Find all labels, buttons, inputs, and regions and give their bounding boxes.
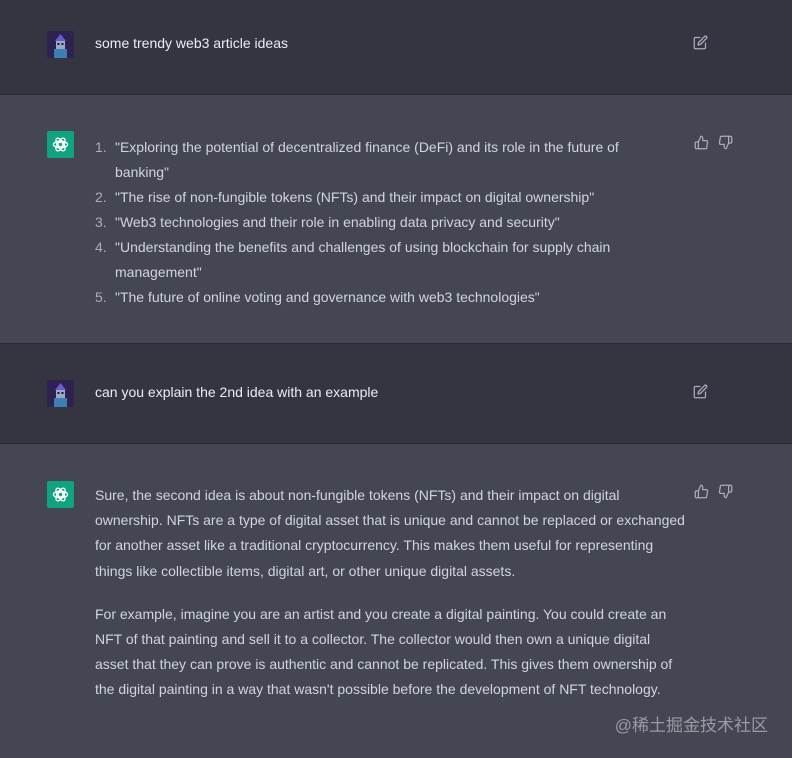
- openai-logo-icon: [47, 131, 74, 158]
- list-item-text: "The future of online voting and governa…: [115, 289, 540, 305]
- thumbs-up-icon[interactable]: [694, 484, 709, 499]
- list-number: 2.: [95, 189, 107, 205]
- list-item: 5. "The future of online voting and gover…: [95, 285, 655, 310]
- user-avatar: [47, 31, 74, 58]
- list-item: 2. "The rise of non-fungible tokens (NFTs…: [95, 185, 655, 210]
- list-number: 1.: [95, 139, 107, 155]
- answer-paragraph: For example, imagine you are an artist a…: [95, 605, 673, 698]
- list-item: 4. "Understanding the benefits and challe…: [95, 235, 655, 285]
- assistant-answer: Sure, the second idea is about non-fungi…: [95, 483, 685, 703]
- user-message-text: can you explain the 2nd idea with an exa…: [95, 384, 379, 400]
- openai-logo-icon: [47, 481, 74, 508]
- list-item-text: "The rise of non-fungible tokens (NFTs) …: [115, 189, 595, 205]
- thumbs-down-icon[interactable]: [718, 135, 733, 150]
- user-message-row: can you explain the 2nd idea with an exa…: [0, 344, 792, 444]
- list-item-text: "Web3 technologies and their role in ena…: [115, 214, 560, 230]
- list-item: 3. "Web3 technologies and their role in e…: [95, 210, 655, 235]
- list-item-text: "Exploring the potential of decentralize…: [115, 139, 619, 180]
- answer-paragraph: Sure, the second idea is about non-fungi…: [95, 487, 685, 579]
- list-item: 1. "Exploring the potential of decentrali…: [95, 135, 655, 185]
- user-message-row: some trendy web3 article ideas: [0, 0, 792, 95]
- thumbs-up-icon[interactable]: [694, 135, 709, 150]
- list-item-text: "Understanding the benefits and challeng…: [115, 239, 611, 280]
- edit-icon[interactable]: [693, 384, 708, 399]
- feedback-buttons: [694, 135, 733, 150]
- user-avatar: [47, 380, 74, 407]
- list-number: 5.: [95, 289, 107, 305]
- user-message-text: some trendy web3 article ideas: [95, 35, 288, 51]
- list-number: 4.: [95, 239, 107, 255]
- edit-icon[interactable]: [693, 35, 708, 50]
- assistant-message-row: 1. "Exploring the potential of decentrali…: [0, 95, 792, 344]
- thumbs-down-icon[interactable]: [718, 484, 733, 499]
- list-number: 3.: [95, 214, 107, 230]
- feedback-buttons: [694, 484, 733, 499]
- watermark: @稀土掘金技术社区: [614, 716, 768, 735]
- article-ideas-list: 1. "Exploring the potential of decentrali…: [95, 135, 655, 310]
